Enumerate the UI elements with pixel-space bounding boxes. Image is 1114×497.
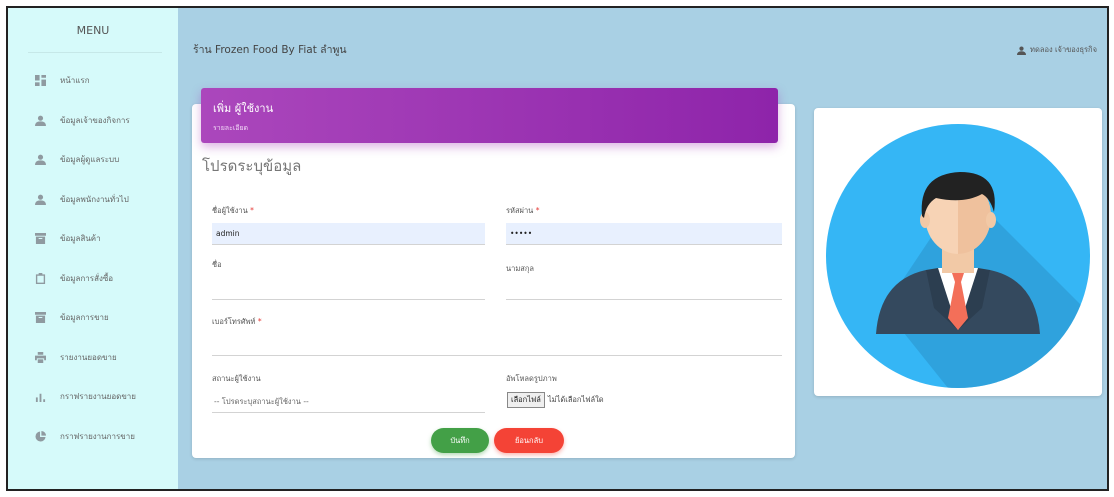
avatar-ear-right — [986, 212, 996, 228]
card-title: เพิ่ม ผู้ใช้งาน — [213, 102, 274, 115]
sidebar-item-label: ข้อมูลการสั่งซื้อ — [60, 273, 114, 283]
sidebar-item-label: ข้อมูลการขาย — [60, 313, 109, 323]
archive-icon — [34, 312, 46, 324]
sidebar-item-label: ข้อมูลผู้ดูแลระบบ — [60, 155, 120, 165]
sidebar-item-label: ข้อมูลพนักงานทั่วไป — [60, 194, 129, 204]
bar-chart-icon — [34, 391, 46, 403]
form-heading: โปรดระบุข้อมูล — [202, 157, 302, 175]
menu-divider — [28, 52, 162, 53]
sidebar-item-sales[interactable]: ข้อมูลการขาย — [8, 298, 178, 338]
user-menu[interactable]: ทดลอง เจ้าของธุรกิจ — [1017, 44, 1097, 56]
person-icon — [34, 154, 46, 166]
firstname-label: ชื่อ — [212, 260, 222, 269]
sidebar-item-home[interactable]: หน้าแรก — [8, 61, 178, 101]
sidebar-item-products[interactable]: ข้อมูลสินค้า — [8, 219, 178, 259]
password-label: รหัสผ่าน * — [506, 205, 539, 217]
back-button[interactable]: ย้อนกลับ — [494, 428, 564, 453]
menu-title: MENU — [76, 24, 110, 37]
required-mark: * — [250, 206, 254, 215]
clipboard-icon — [34, 272, 46, 284]
card-subtitle: รายละเอียด — [213, 124, 249, 132]
person-icon — [34, 193, 46, 205]
save-button[interactable]: บันทึก — [431, 428, 489, 453]
sidebar-item-employees[interactable]: ข้อมูลพนักงานทั่วไป — [8, 180, 178, 220]
upload-label: อัพโหลดรูปภาพ — [506, 374, 557, 383]
sidebar-item-sales-pie[interactable]: กราฟรายงานการขาย — [8, 417, 178, 457]
lastname-input[interactable] — [506, 278, 782, 300]
status-label: สถานะผู้ใช้งาน — [212, 374, 261, 383]
sidebar-item-owners[interactable]: ข้อมูลเจ้าของกิจการ — [8, 101, 178, 141]
sidebar-item-orders[interactable]: ข้อมูลการสั่งซื้อ — [8, 259, 178, 299]
status-select[interactable]: -- โปรดระบุสถานะผู้ใช้งาน -- — [212, 393, 485, 413]
avatar-ear-left — [920, 212, 930, 228]
card-header: เพิ่ม ผู้ใช้งาน รายละเอียด — [201, 88, 778, 143]
sidebar-item-label: ข้อมูลสินค้า — [60, 234, 101, 244]
username-input[interactable] — [212, 223, 485, 245]
sidebar-item-label: หน้าแรก — [60, 76, 90, 86]
print-icon — [34, 351, 46, 363]
menu-list: หน้าแรก ข้อมูลเจ้าของกิจการ ข้อมูลผู้ดูแ… — [8, 61, 178, 456]
dashboard-icon — [34, 75, 46, 87]
avatar-card — [814, 108, 1102, 396]
sidebar-item-admins[interactable]: ข้อมูลผู้ดูแลระบบ — [8, 140, 178, 180]
required-mark: * — [535, 206, 540, 215]
phone-label-text: เบอร์โทรศัพท์ — [212, 317, 256, 326]
archive-icon — [34, 233, 46, 245]
file-upload: เลือกไฟล์ ไม่ได้เลือกไฟล์ใด — [507, 392, 604, 408]
avatar-illustration — [826, 124, 1090, 388]
sidebar-item-label: กราฟรายงานการขาย — [60, 431, 135, 441]
sidebar-item-label: ข้อมูลเจ้าของกิจการ — [60, 115, 130, 125]
username-label: ชื่อผู้ใช้งาน * — [212, 205, 254, 217]
choose-file-button[interactable]: เลือกไฟล์ — [507, 392, 545, 408]
sidebar-item-sales-report[interactable]: รายงานยอดขาย — [8, 338, 178, 378]
lastname-label: นามสกุล — [506, 264, 534, 273]
person-icon — [34, 114, 46, 126]
user-name: ทดลอง เจ้าของธุรกิจ — [1030, 45, 1097, 54]
required-mark: * — [257, 317, 262, 326]
sidebar: MENU หน้าแรก ข้อมูลเจ้าของกิจการ ข้อมูลผ… — [8, 8, 178, 489]
phone-input[interactable] — [212, 334, 782, 356]
pie-chart-icon — [34, 430, 46, 442]
firstname-input[interactable] — [212, 278, 485, 300]
sidebar-item-label: รายงานยอดขาย — [60, 352, 117, 362]
password-input[interactable] — [506, 223, 782, 245]
username-label-text: ชื่อผู้ใช้งาน — [212, 206, 248, 215]
sidebar-item-sales-chart[interactable]: กราฟรายงานยอดขาย — [8, 377, 178, 417]
password-label-text: รหัสผ่าน — [506, 206, 534, 215]
status-selected-value: -- โปรดระบุสถานะผู้ใช้งาน -- — [214, 397, 309, 406]
store-title: ร้าน Frozen Food By Fiat ลำพูน — [193, 44, 347, 56]
user-icon — [1017, 46, 1027, 55]
file-status: ไม่ได้เลือกไฟล์ใด — [547, 395, 604, 404]
phone-label: เบอร์โทรศัพท์ * — [212, 316, 262, 328]
sidebar-item-label: กราฟรายงานยอดขาย — [60, 392, 136, 402]
